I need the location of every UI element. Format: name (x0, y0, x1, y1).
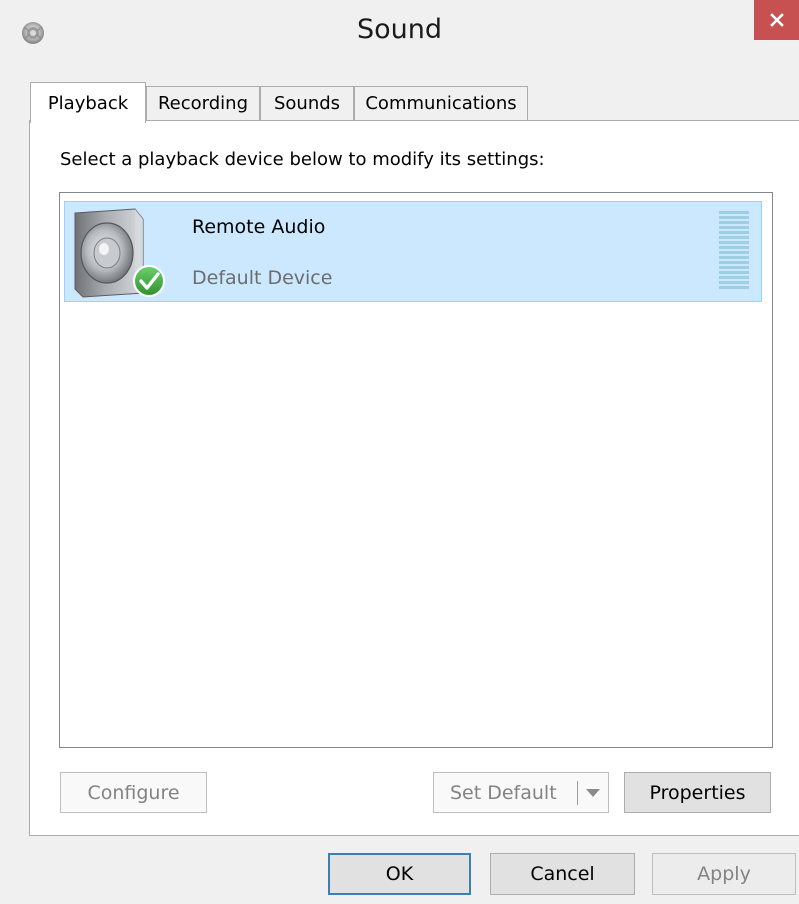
tab-playback[interactable]: Playback (30, 82, 146, 123)
check-icon (133, 265, 165, 297)
level-meter-bar (719, 246, 749, 249)
split-separator (577, 781, 578, 805)
level-meter-bar (719, 241, 749, 244)
close-button[interactable] (754, 0, 799, 40)
level-meter-bar (719, 281, 749, 284)
properties-button[interactable]: Properties (624, 772, 771, 813)
tab-recording[interactable]: Recording (146, 86, 260, 120)
chevron-down-icon[interactable] (586, 789, 600, 797)
level-meter-bar (719, 286, 749, 289)
close-icon (769, 13, 784, 27)
speaker-icon (74, 208, 165, 298)
level-meter-bar (719, 221, 749, 224)
device-status: Default Device (192, 267, 333, 289)
device-list[interactable]: Remote Audio Default Device (59, 192, 773, 748)
level-meter-bar (719, 276, 749, 279)
level-meter-bar (719, 271, 749, 274)
sound-dialog: Sound Playback Recording Sounds Communic… (0, 0, 799, 904)
level-meter-bar (719, 261, 749, 264)
level-meter-bar (719, 216, 749, 219)
level-meter-bar (719, 236, 749, 239)
cancel-button[interactable]: Cancel (490, 853, 635, 895)
playback-panel: Select a playback device below to modify… (29, 120, 799, 836)
apply-button[interactable]: Apply (652, 853, 796, 895)
level-meter-bar (719, 256, 749, 259)
ok-button[interactable]: OK (328, 853, 471, 895)
level-meter-bar (719, 226, 749, 229)
set-default-label: Set Default (450, 781, 557, 804)
title-bar: Sound (0, 0, 799, 66)
level-meter-bar (719, 266, 749, 269)
level-meter-bar (719, 231, 749, 234)
tab-communications[interactable]: Communications (354, 86, 528, 120)
level-meter-bar (719, 251, 749, 254)
volume-level-meter (719, 211, 749, 289)
window-title: Sound (356, 14, 443, 45)
device-row-remote-audio[interactable]: Remote Audio Default Device (64, 201, 762, 302)
tab-sounds[interactable]: Sounds (260, 86, 354, 120)
level-meter-bar (719, 211, 749, 214)
configure-button[interactable]: Configure (60, 772, 207, 813)
instruction-text: Select a playback device below to modify… (60, 149, 545, 170)
set-default-split-button[interactable]: Set Default (433, 772, 609, 813)
device-name: Remote Audio (192, 216, 326, 238)
